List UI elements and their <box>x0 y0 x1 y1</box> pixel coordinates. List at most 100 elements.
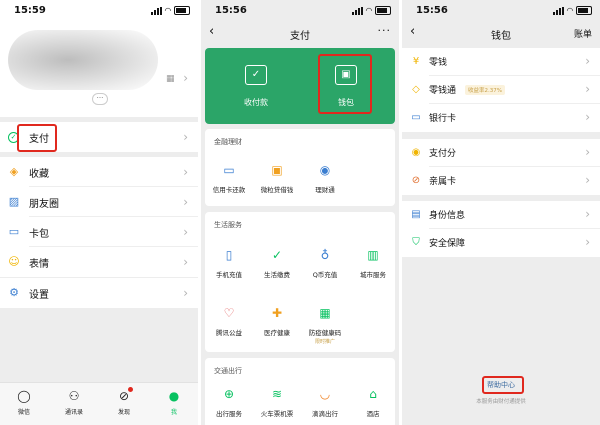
highlight-box <box>318 54 372 114</box>
wifi-icon: ◠ <box>164 5 171 15</box>
cube-icon: ◈ <box>9 165 19 178</box>
battery-icon <box>576 6 592 15</box>
bill-button[interactable]: 账单 <box>574 27 592 40</box>
pay-screen: 15:56 ◠ ‹ 支付 ··· ✓ 收付款 ▣ 钱包 金融理财 ▭ 信用卡还款… <box>201 0 399 425</box>
more-icon[interactable]: ··· <box>378 24 392 37</box>
wallet-row-bank-card[interactable]: ▭ 银行卡 › <box>402 104 600 132</box>
grid-item-city-services[interactable]: ▥ 城市服务 <box>349 244 397 279</box>
section-life-services: 生活服务 ▯ 手机充值 ✓ 生活缴费 ♁ Q币充值 ▥ 城市服务 ♡ 腾讯公益 … <box>205 212 395 352</box>
wallet-row-lqt[interactable]: ◇ 零钱通 收益率2.37% › <box>402 76 600 104</box>
signal-icon <box>150 6 162 15</box>
grid-item-train-flight[interactable]: ≋ 火车票机票 <box>253 383 301 418</box>
qr-code-icon[interactable]: ▦ <box>166 74 175 84</box>
grid-item-loan[interactable]: ▣ 微粒贷借钱 <box>253 159 301 194</box>
grid-item-utility-bills[interactable]: ✓ 生活缴费 <box>253 244 301 279</box>
train-icon: ≋ <box>271 387 283 401</box>
section-title: 金融理财 <box>214 138 242 146</box>
grid-item-health-code[interactable]: ▦ 防疫健康码 限时推广 <box>301 302 349 345</box>
yield-badge: 收益率2.37% <box>465 85 505 95</box>
menu-item-stickers[interactable]: ☺ 表情 › <box>0 247 198 277</box>
city-icon: ▥ <box>367 248 379 262</box>
menu-item-moments[interactable]: ▨ 朋友圈 › <box>0 187 198 217</box>
tab-contacts[interactable]: ⚇ 通讯录 <box>54 389 94 416</box>
gear-icon: ⚙ <box>9 286 19 299</box>
chevron-right-icon: › <box>183 130 188 144</box>
notification-dot <box>128 387 133 392</box>
grid-item-didi[interactable]: ◡ 滴滴出行 <box>301 383 349 418</box>
profile-header[interactable]: 15:59 ◠ ▦ › ··· <box>0 0 198 117</box>
image-icon: ▨ <box>8 195 20 208</box>
chevron-right-icon: › <box>183 195 188 209</box>
didi-icon: ◡ <box>319 387 331 401</box>
grid-item-mobile-topup[interactable]: ▯ 手机充值 <box>205 244 253 279</box>
penguin-icon: ♁ <box>320 248 330 262</box>
grid-item-qcoin[interactable]: ♁ Q币充值 <box>301 244 349 279</box>
status-time: 15:56 <box>215 5 247 16</box>
chevron-right-icon: › <box>585 54 590 68</box>
tab-discover[interactable]: ⊘ 发现 <box>104 387 144 416</box>
wallet-row-security[interactable]: ⛉ 安全保障 › <box>402 229 600 257</box>
chevron-right-icon: › <box>183 255 188 269</box>
wallet-row-pay-score[interactable]: ◉ 支付分 › <box>402 139 600 167</box>
wallet-screen: 15:56 ◠ ‹ 钱包 账单 ¥ 零钱 › ◇ 零钱通 收益率2.37% › … <box>402 0 600 425</box>
grid-item-credit-card[interactable]: ▭ 信用卡还款 <box>205 159 253 194</box>
section-transport: 交通出行 ⊕ 出行服务 ≋ 火车票机票 ◡ 滴滴出行 ⌂ 酒店 <box>205 358 395 425</box>
nav-bar: ‹ 支付 ··· <box>201 20 399 46</box>
heart-icon: ♡ <box>223 306 235 320</box>
status-time: 15:56 <box>416 5 448 16</box>
grid-item-hotel[interactable]: ⌂ 酒店 <box>349 383 397 418</box>
grid-item-medical[interactable]: ✚ 医疗健康 <box>253 302 301 337</box>
finance-drop-icon: ◉ <box>319 163 331 177</box>
status-bar: 15:59 ◠ <box>0 0 198 20</box>
wallet-row-identity[interactable]: ▤ 身份信息 › <box>402 201 600 229</box>
car-icon: ⊕ <box>223 387 235 401</box>
menu-label: 卡包 <box>29 229 49 240</box>
provider-note: 本服务由财付通提供 <box>476 399 526 405</box>
loan-icon: ▣ <box>271 163 283 177</box>
menu-label: 设置 <box>29 290 49 301</box>
tab-me[interactable]: ● 我 <box>154 389 194 416</box>
me-screen: 15:59 ◠ ▦ › ··· ✓ 支付 › ◈ 收藏 › ▨ 朋友圈 › ▭ … <box>0 0 198 425</box>
more-status-button[interactable]: ··· <box>92 93 108 105</box>
medical-cross-icon: ✚ <box>271 306 283 320</box>
section-title: 交通出行 <box>214 367 242 375</box>
hotel-icon: ⌂ <box>369 387 377 401</box>
menu-label: 朋友圈 <box>29 199 59 210</box>
tab-chats[interactable]: ◯ 微信 <box>4 389 44 416</box>
highlight-box <box>17 124 57 152</box>
battery-icon <box>174 6 190 15</box>
highlight-box <box>482 376 524 394</box>
phone-icon: ▯ <box>225 248 233 262</box>
status-bar: 15:56 ◠ <box>402 0 600 20</box>
bottom-tab-bar: ◯ 微信 ⚇ 通讯录 ⊘ 发现 ● 我 <box>0 382 198 425</box>
wifi-icon: ◠ <box>365 5 372 15</box>
receive-pay-button[interactable]: ✓ 收付款 <box>211 62 301 108</box>
menu-item-favorites[interactable]: ◈ 收藏 › <box>0 157 198 187</box>
compass-icon: ⊘ <box>118 389 130 403</box>
grid-item-travel[interactable]: ⊕ 出行服务 <box>205 383 253 418</box>
shield-icon: ⛉ <box>412 237 420 248</box>
scan-icon: ✓ <box>245 65 267 85</box>
avatar[interactable] <box>8 30 158 90</box>
grid-item-wealth[interactable]: ◉ 理财通 <box>301 159 349 194</box>
diamond-icon: ◇ <box>412 84 420 95</box>
family-card-icon: ⊘ <box>411 175 421 186</box>
smiley-icon: ☺ <box>8 255 20 268</box>
status-bar: 15:56 ◠ <box>201 0 399 20</box>
section-finance: 金融理财 ▭ 信用卡还款 ▣ 微粒贷借钱 ◉ 理财通 <box>205 129 395 206</box>
menu-item-settings[interactable]: ⚙ 设置 › <box>0 278 198 308</box>
wallet-row-change[interactable]: ¥ 零钱 › <box>402 48 600 76</box>
chevron-right-icon: › <box>183 286 188 300</box>
coin-icon: ¥ <box>412 56 420 67</box>
wifi-icon: ◠ <box>566 5 573 15</box>
chevron-right-icon: › <box>183 225 188 239</box>
menu-item-cards[interactable]: ▭ 卡包 › <box>0 217 198 247</box>
chevron-right-icon: › <box>585 173 590 187</box>
page-title: 支付 <box>290 31 310 42</box>
wallet-row-family-card[interactable]: ⊘ 亲属卡 › <box>402 167 600 195</box>
battery-icon <box>375 6 391 15</box>
person-icon: ● <box>168 389 180 403</box>
chevron-right-icon: › <box>183 165 188 179</box>
grid-item-charity[interactable]: ♡ 腾讯公益 <box>205 302 253 337</box>
credit-card-icon: ▭ <box>223 163 235 177</box>
